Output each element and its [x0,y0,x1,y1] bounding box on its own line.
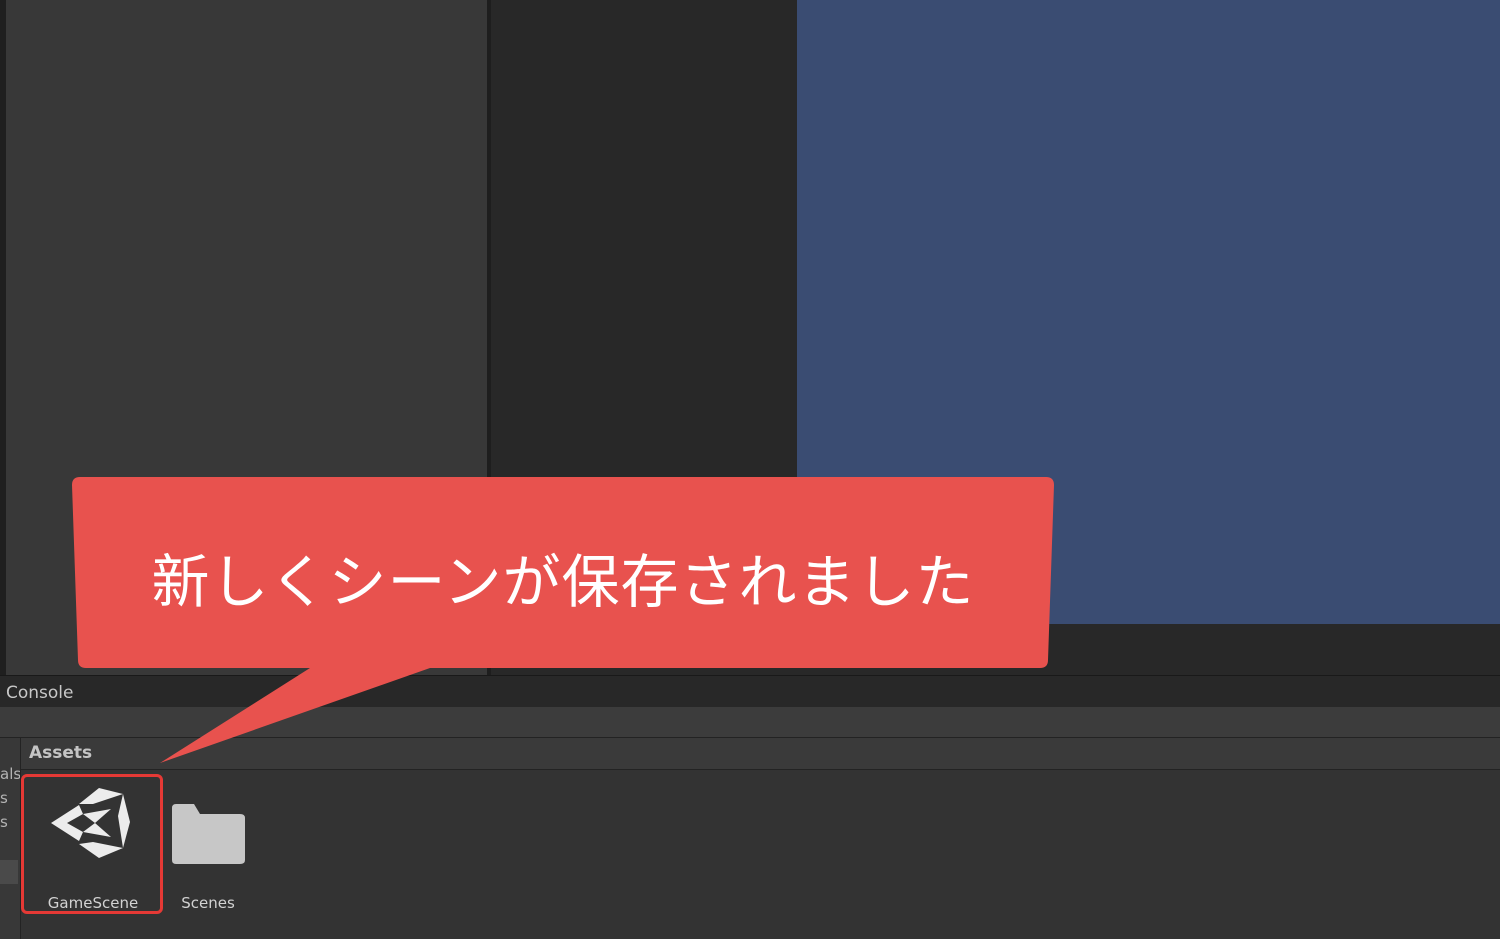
callout-text: 新しくシーンが保存されました [151,548,975,616]
callout-bubble [72,477,1054,763]
